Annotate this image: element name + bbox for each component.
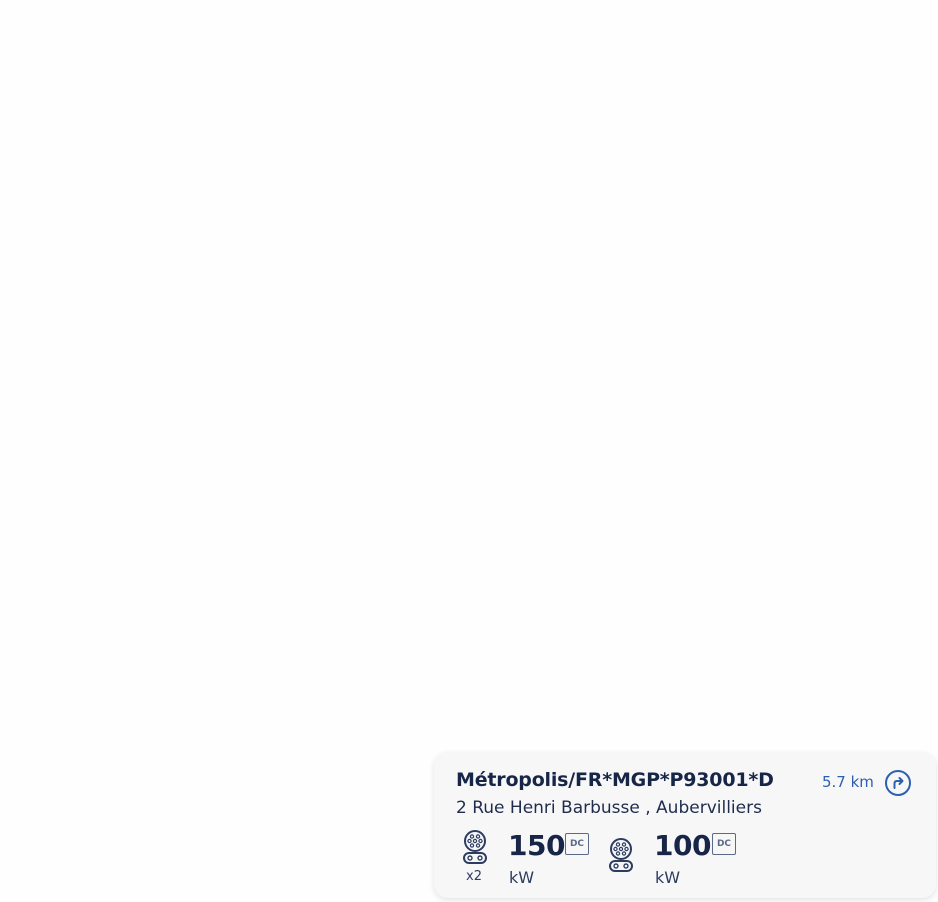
power-value: 100 (654, 829, 711, 862)
ccs-plug-icon (609, 838, 633, 872)
power-value: 150 (508, 829, 565, 862)
connector-ccs-100: 100 DC kW (604, 828, 744, 888)
dc-badge: DC (712, 833, 736, 855)
directions-button[interactable] (884, 769, 912, 797)
power-unit: kW (509, 868, 535, 887)
station-address: 2 Rue Henri Barbusse , Aubervilliers (456, 798, 762, 818)
station-card[interactable]: Métropolis/FR*MGP*P93001*D 5.7 km 2 Rue … (434, 752, 936, 898)
power-unit: kW (655, 868, 681, 887)
directions-icon (885, 770, 911, 796)
plug-count: x2 (466, 869, 482, 884)
distance-label: 5.7 km (822, 773, 874, 791)
station-name: Métropolis/FR*MGP*P93001*D (456, 769, 774, 791)
ccs-plug-icon (463, 830, 487, 864)
connector-ccs-150: x2 150 DC kW (458, 828, 598, 888)
dc-badge: DC (565, 833, 589, 855)
